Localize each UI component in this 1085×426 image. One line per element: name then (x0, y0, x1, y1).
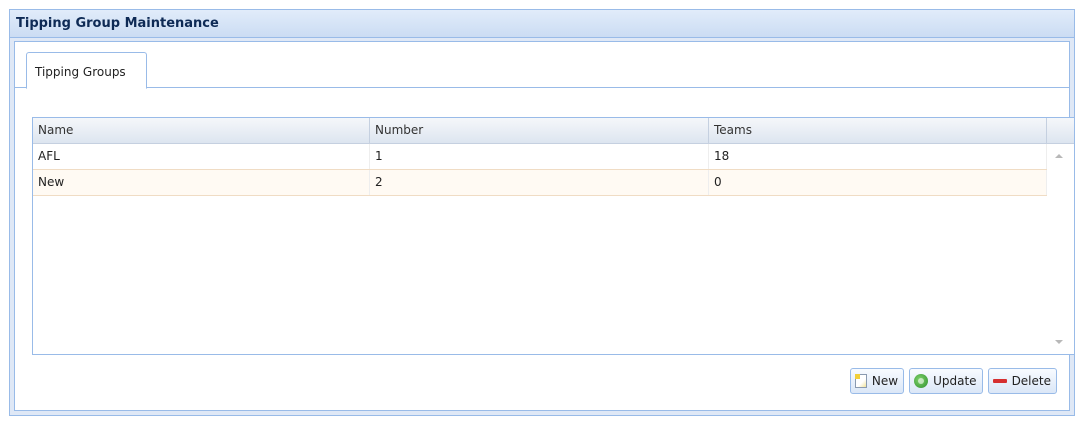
table-row[interactable]: New 2 0 (33, 170, 1047, 196)
delete-button[interactable]: Delete (987, 368, 1057, 394)
window-title: Tipping Group Maintenance (16, 16, 219, 31)
grid-scrollbar[interactable] (1047, 144, 1074, 354)
update-button[interactable]: Update (909, 368, 983, 394)
scroll-up-arrow-icon[interactable] (1055, 154, 1063, 158)
cell-number: 2 (370, 170, 709, 195)
cell-teams: 0 (709, 170, 1047, 195)
cell-number: 1 (370, 144, 709, 169)
tab-tipping-groups[interactable]: Tipping Groups (26, 52, 147, 89)
window-title-bar: Tipping Group Maintenance (10, 9, 1074, 38)
tipping-group-maintenance-window: Tipping Group Maintenance Tipping Groups… (9, 9, 1075, 416)
new-document-icon (854, 374, 867, 388)
action-buttons: New Update Delete (849, 368, 1057, 394)
update-button-label: Update (933, 374, 977, 388)
column-header-teams[interactable]: Teams (709, 118, 1047, 143)
column-header-name[interactable]: Name (33, 118, 370, 143)
remove-icon (992, 379, 1007, 383)
table-row[interactable]: AFL 1 18 (33, 144, 1047, 170)
new-button[interactable]: New (849, 368, 905, 394)
column-header-filler (1047, 118, 1074, 143)
cell-teams: 18 (709, 144, 1047, 169)
cell-name: AFL (33, 144, 370, 169)
column-header-number[interactable]: Number (370, 118, 709, 143)
window-body: Tipping Groups Name Number Teams AFL 1 1… (14, 41, 1075, 411)
refresh-icon (914, 374, 929, 388)
grid-header: Name Number Teams (33, 118, 1074, 144)
tab-strip: Tipping Groups (15, 42, 1069, 89)
new-button-label: New (871, 374, 899, 388)
tipping-groups-grid: Name Number Teams AFL 1 18 New 2 0 (32, 117, 1075, 355)
cell-name: New (33, 170, 370, 195)
delete-button-label: Delete (1011, 374, 1051, 388)
scroll-down-arrow-icon[interactable] (1055, 340, 1063, 344)
